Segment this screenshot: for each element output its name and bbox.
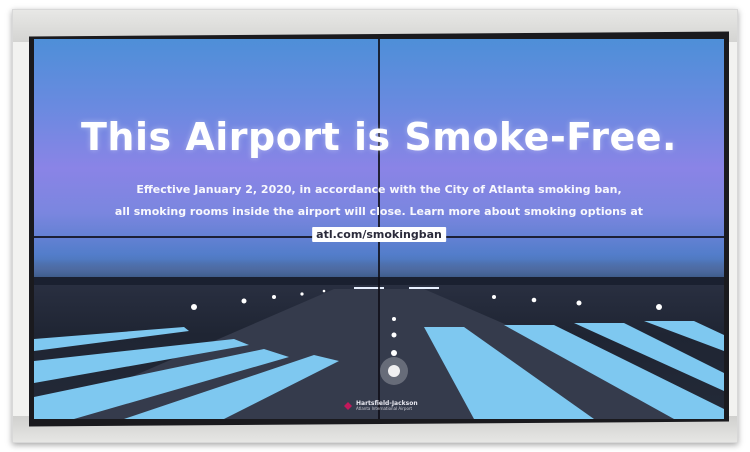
approach-lights [409,287,439,289]
sign-line-1: Effective January 2, 2020, in accordance… [136,183,622,196]
photo-frame: This Airport is Smoke-Free. Effective Ja… [12,9,738,443]
runway-light [191,304,197,310]
sign-line-2: all smoking rooms inside the airport wil… [114,205,644,218]
runway-light [322,289,326,293]
runway-light [492,295,496,299]
airport-logo: Hartsfield-Jackson Atlanta International… [343,401,418,411]
airport-logo-icon [344,402,352,410]
centerline-light [391,350,397,356]
runway-light [272,295,276,299]
sign-headline: This Airport is Smoke-Free. [81,115,677,159]
video-wall-display: This Airport is Smoke-Free. Effective Ja… [34,39,724,419]
centerline-light [391,332,397,338]
sign-url: atl.com/smokingban [312,227,446,242]
centerline-light-glow [380,357,408,385]
runway-light [531,297,537,303]
logo-subtitle: Atlanta International Airport [356,406,413,411]
runway-light [656,304,662,310]
centerline-light [392,317,396,321]
runway-light [576,300,582,306]
runway-light [300,292,304,296]
runway-light [241,298,247,304]
